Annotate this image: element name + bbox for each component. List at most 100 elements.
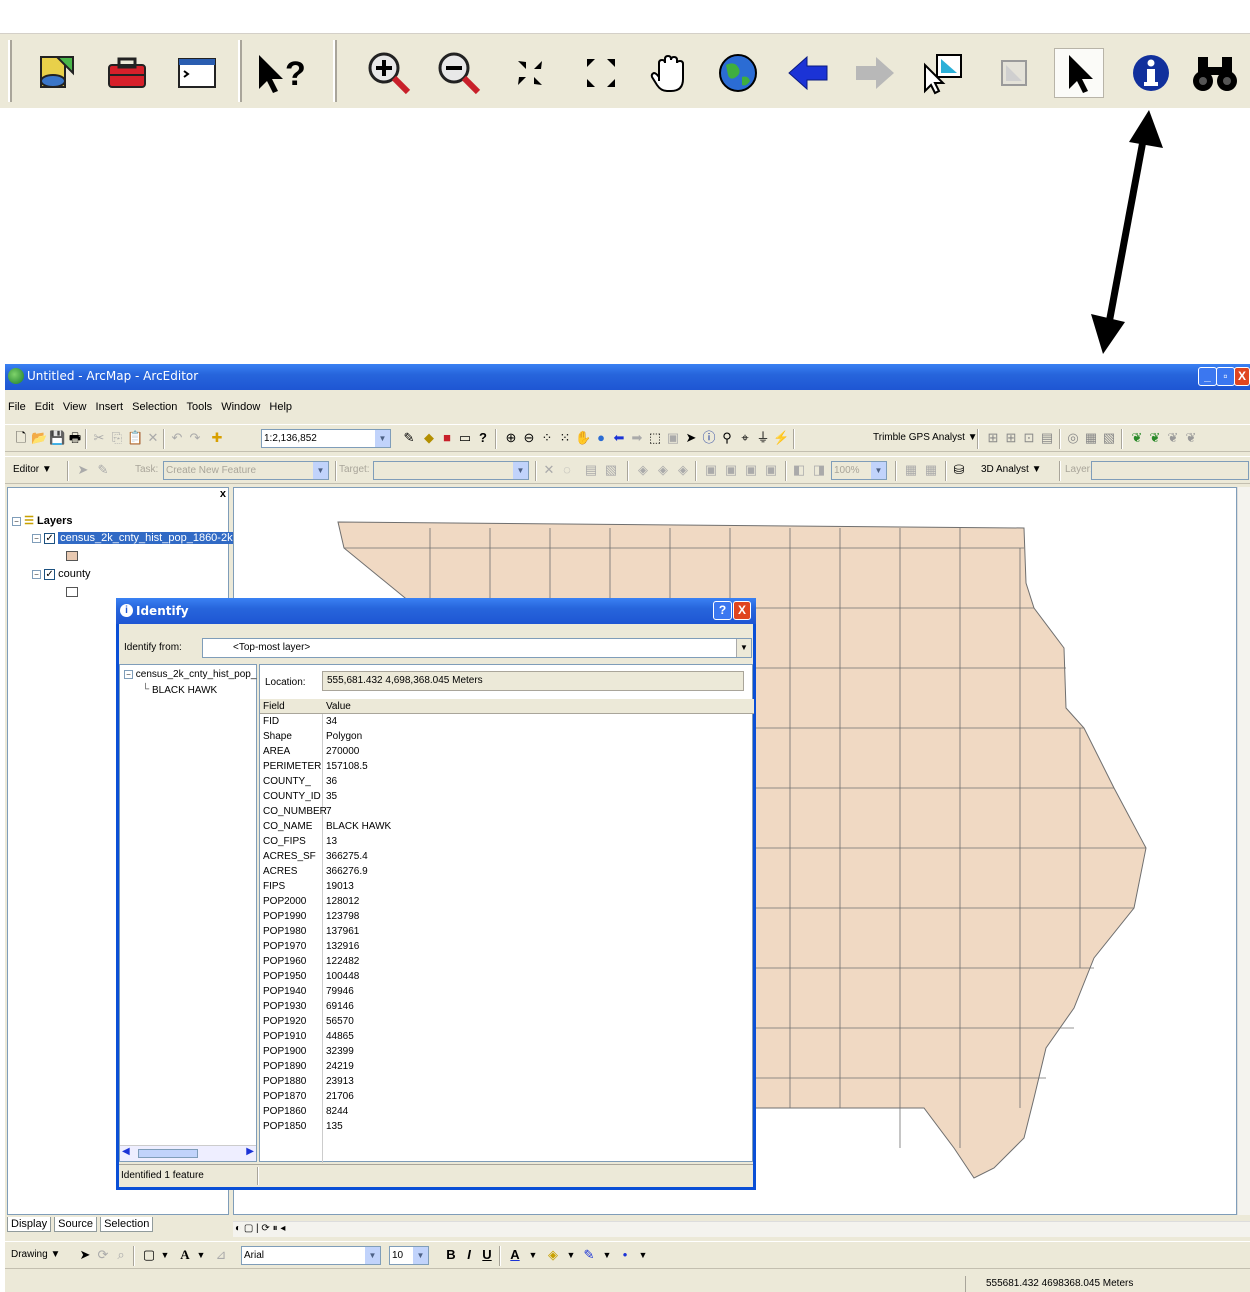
map-scale-combo[interactable]: 1:2,136,852 ▼ [261,429,391,448]
menu-help[interactable]: Help [266,396,295,418]
table-row[interactable]: POP1980 137961 [260,924,754,939]
layout-1-icon[interactable]: ▣ [703,462,719,478]
gps-tool-1-icon[interactable]: ⊞ [985,430,1001,446]
delete-icon[interactable]: ✕ [145,430,161,446]
back-extent-icon-small[interactable]: ⬅ [611,430,627,446]
menu-view[interactable]: View [60,396,90,418]
layer-name-county[interactable]: county [58,568,90,580]
table-row[interactable]: FID 34 [260,714,754,729]
gps-tool-6-icon[interactable]: ▦ [1083,430,1099,446]
text-tool-icon[interactable]: A [177,1247,193,1263]
zoom-whole-page-icon[interactable]: ⌕ [113,1247,129,1263]
table-row[interactable]: POP1900 32399 [260,1044,754,1059]
forward-extent-icon[interactable] [850,48,900,98]
measure-icon[interactable]: ⏚ [755,430,771,446]
add-data-small-icon[interactable]: ✚ [209,430,225,446]
attributes-icon[interactable]: ▤ [583,462,599,478]
menu-file[interactable]: File [5,396,29,418]
identify-from-select[interactable]: <Top-most layer> ▼ [202,638,752,658]
rectangle-icon[interactable]: ▢ [141,1247,157,1263]
chevron-down-icon[interactable]: ▼ [513,462,528,479]
georef-2-icon[interactable]: ◈ [655,462,671,478]
collapse-icon[interactable]: − [12,516,21,526]
select-features-icon[interactable] [918,48,968,98]
table-row[interactable]: ACRES 366276.9 [260,864,754,879]
italic-button[interactable]: I [461,1247,477,1263]
tab-selection[interactable]: Selection [100,1217,154,1232]
gps-tool-7-icon[interactable]: ▧ [1101,430,1117,446]
command-line-icon-small[interactable]: ▭ [457,430,473,446]
zoom-out-icon-small[interactable]: ⊖ [521,430,537,446]
table-row[interactable]: POP1890 24219 [260,1059,754,1074]
clear-selection-icon[interactable] [989,48,1039,98]
sketch-properties-icon[interactable]: ▧ [603,462,619,478]
minimize-button[interactable]: _ [1198,367,1217,386]
chevron-down-icon[interactable]: ▼ [635,1247,651,1263]
scroll-thumb[interactable] [138,1149,198,1158]
maximize-button[interactable]: ▫ [1216,367,1235,386]
layer-visibility-checkbox[interactable]: ✓ [44,532,56,544]
arctoolbox-icon-small[interactable]: ■ [439,430,455,446]
chevron-down-icon[interactable]: ▼ [525,1247,541,1263]
fixed-zoom-in-icon-small[interactable]: ⁘ [539,430,555,446]
tab-source[interactable]: Source [54,1217,97,1232]
add-data-icon-small[interactable]: ◆ [421,430,437,446]
target-combo[interactable]: ▼ [373,461,529,480]
chevron-down-icon[interactable]: ▼ [157,1247,173,1263]
go-to-xy-icon[interactable]: ⌖ [737,430,753,446]
effects-3-icon[interactable]: ▦ [903,462,919,478]
chevron-down-icon[interactable]: ▼ [413,1247,428,1264]
table-row[interactable]: COUNTY_ 36 [260,774,754,789]
layers-root-row[interactable]: − ☰ Layers [12,514,72,527]
scroll-right-icon[interactable]: ▶ [246,1146,254,1157]
chevron-down-icon[interactable]: ▼ [313,462,328,479]
whats-this-icon-small[interactable]: ? [475,430,491,446]
table-row[interactable]: POP1910 44865 [260,1029,754,1044]
table-row[interactable]: POP1990 123798 [260,909,754,924]
menu-tools[interactable]: Tools [183,396,215,418]
layout-2-icon[interactable]: ▣ [723,462,739,478]
layout-3-icon[interactable]: ▣ [743,462,759,478]
layout-4-icon[interactable]: ▣ [763,462,779,478]
value-column-header[interactable]: Value [326,699,351,714]
back-extent-icon[interactable] [783,48,833,98]
gps-tool-3-icon[interactable]: ⊡ [1021,430,1037,446]
gps-tool-9-icon[interactable]: ❦ [1147,430,1163,446]
fixed-zoom-out-icon[interactable] [576,48,626,98]
fill-color-icon[interactable]: ◈ [545,1247,561,1263]
drawing-menu[interactable]: Drawing ▼ [11,1249,60,1260]
table-row[interactable]: POP1920 56570 [260,1014,754,1029]
marker-color-icon[interactable]: • [617,1247,633,1263]
edit-vertices-icon[interactable]: ⊿ [213,1247,229,1263]
select-elements-icon-small[interactable]: ➤ [683,430,699,446]
bold-button[interactable]: B [443,1247,459,1263]
rotate-tool-icon[interactable]: ◌ [559,462,575,478]
table-row[interactable]: POP1950 100448 [260,969,754,984]
select-elements-draw-icon[interactable]: ➤ [77,1247,93,1263]
select-elements-icon[interactable] [1054,48,1104,98]
map-horizontal-scrollbar[interactable]: ◐ ▢ | ⟳ ⏸ ◂ [233,1221,1250,1237]
table-row[interactable]: POP1930 69146 [260,999,754,1014]
layer-row-county[interactable]: − ✓ county [32,568,91,580]
table-row[interactable]: POP1860 8244 [260,1104,754,1119]
redo-icon[interactable]: ↷ [187,430,203,446]
identify-close-button[interactable]: X [733,601,751,620]
3d-analyst-menu[interactable]: 3D Analyst ▼ [981,464,1041,475]
georef-1-icon[interactable]: ◈ [635,462,651,478]
cut-icon[interactable]: ✂ [91,430,107,446]
edit-tool-icon[interactable]: ➤ [75,462,91,478]
table-row[interactable]: COUNTY_ID 35 [260,789,754,804]
add-data-icon[interactable] [30,48,80,98]
collapse-icon[interactable]: − [32,533,41,543]
georef-3-icon[interactable]: ◈ [675,462,691,478]
sketch-tool-icon[interactable]: ✎ [95,462,111,478]
field-column-header[interactable]: Field [263,699,285,714]
forward-extent-icon-small[interactable]: ➡ [629,430,645,446]
tree-layer-node[interactable]: − census_2k_cnty_hist_pop_ [124,669,256,680]
arctoolbox-icon[interactable] [102,48,152,98]
find-icon-small[interactable]: ⚲ [719,430,735,446]
census-layer-symbol[interactable] [66,551,78,561]
pan-icon[interactable] [644,48,694,98]
layer-visibility-checkbox[interactable]: ✓ [44,568,56,580]
paste-icon[interactable]: 📋 [127,430,143,446]
